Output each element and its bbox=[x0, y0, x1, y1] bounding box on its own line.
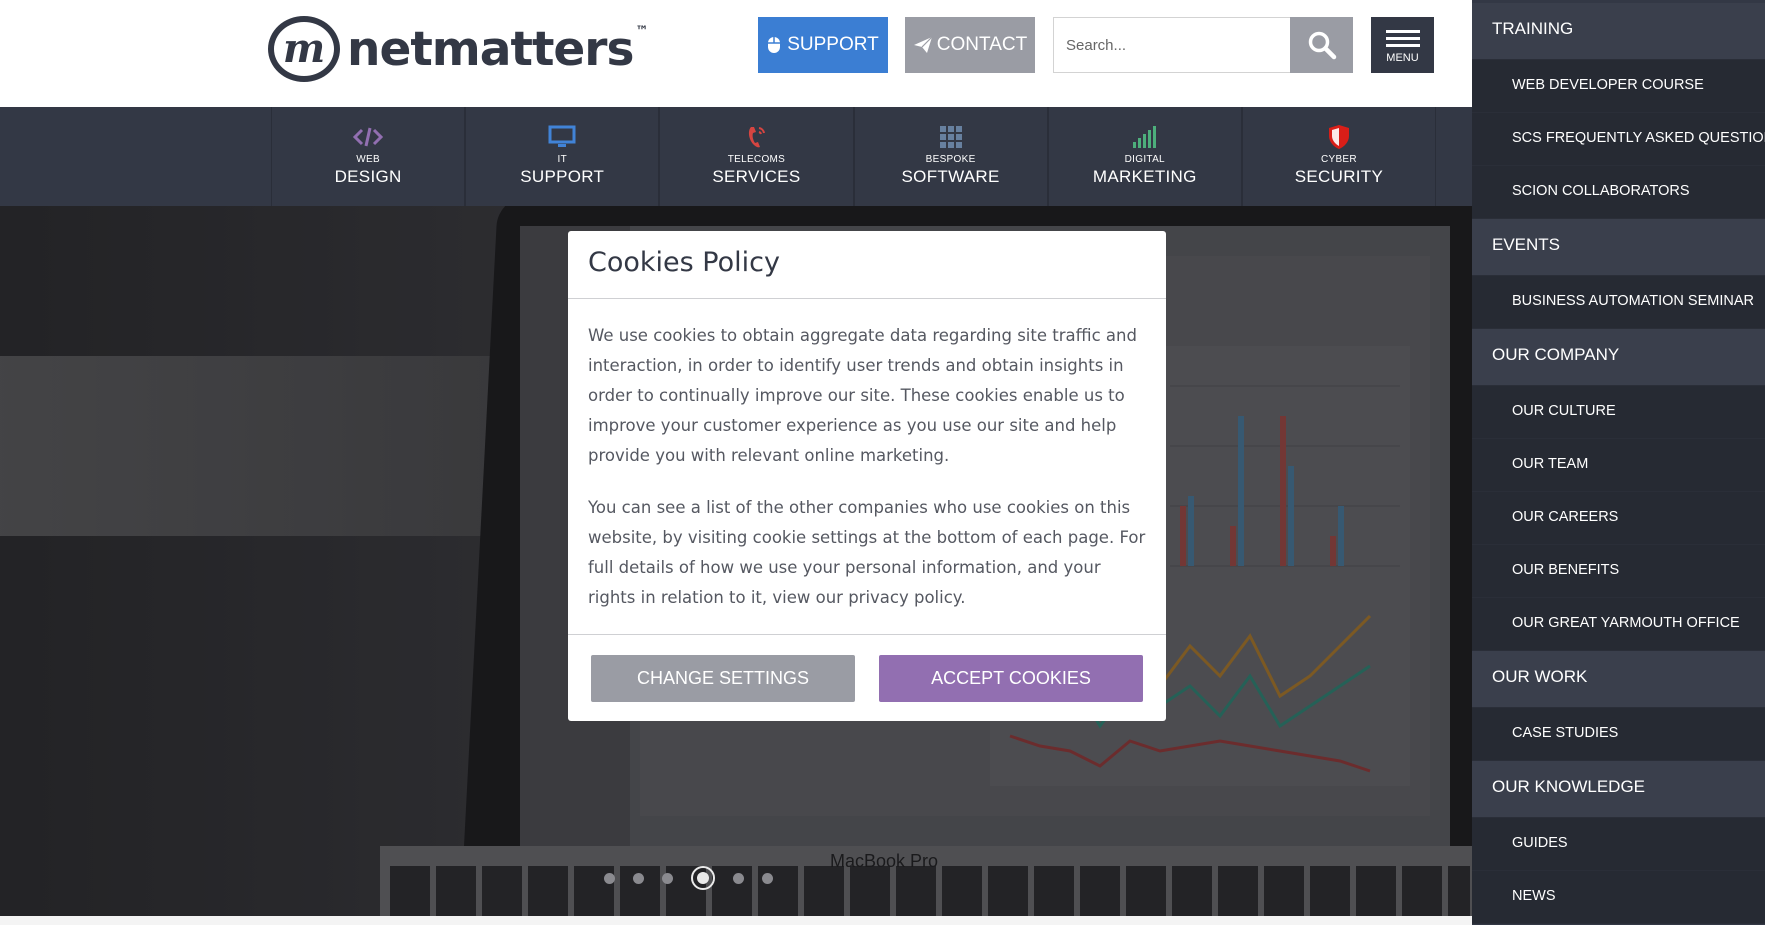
mouse-icon bbox=[768, 37, 781, 53]
code-icon bbox=[353, 123, 384, 151]
service-cyber-security[interactable]: CYBER SECURITY bbox=[1241, 107, 1437, 206]
service-big-label: SECURITY bbox=[1294, 167, 1384, 186]
change-settings-button[interactable]: CHANGE SETTINGS bbox=[591, 655, 855, 702]
side-menu-link[interactable]: OUR CAREERS bbox=[1472, 492, 1765, 545]
slider-dot-active[interactable] bbox=[691, 866, 715, 890]
search-button[interactable] bbox=[1290, 17, 1353, 73]
service-big-label: DESIGN bbox=[334, 167, 402, 186]
service-big-label: SERVICES bbox=[712, 167, 801, 186]
side-menu-link[interactable]: OUR CULTURE bbox=[1472, 386, 1765, 439]
service-small-label: BESPOKE bbox=[925, 154, 976, 165]
contact-button[interactable]: CONTACT bbox=[905, 17, 1035, 73]
side-menu-link[interactable]: SCION COLLABORATORS bbox=[1472, 166, 1765, 219]
cookie-paragraph-1: We use cookies to obtain aggregate data … bbox=[588, 326, 1137, 465]
contact-label: CONTACT bbox=[936, 34, 1028, 55]
logo-text: netmatters bbox=[347, 21, 634, 77]
side-menu-label: OUR CAREERS bbox=[1512, 509, 1619, 525]
side-menu-label: OUR GREAT YARMOUTH OFFICE bbox=[1512, 615, 1740, 631]
services-nav: WEB DESIGN IT SUPPORT TELECOMS SERVICES … bbox=[0, 107, 1472, 206]
menu-button[interactable]: MENU bbox=[1371, 17, 1434, 73]
side-menu-label: OUR KNOWLEDGE bbox=[1492, 777, 1646, 796]
side-menu-label: CASE STUDIES bbox=[1512, 725, 1619, 741]
netmatters-logo[interactable]: m netmatters ™ bbox=[268, 16, 648, 82]
modal-title: Cookies Policy bbox=[588, 247, 780, 278]
side-menu-link[interactable]: OUR TEAM bbox=[1472, 439, 1765, 492]
side-menu-link[interactable]: SCS FREQUENTLY ASKED QUESTIONS bbox=[1472, 113, 1765, 166]
slider-dot[interactable] bbox=[662, 872, 673, 884]
service-small-label: CYBER bbox=[1320, 154, 1357, 165]
signal-icon bbox=[1132, 123, 1158, 151]
search-icon bbox=[1308, 31, 1336, 60]
service-it-support[interactable]: IT SUPPORT bbox=[465, 107, 660, 206]
service-small-label: IT bbox=[557, 154, 567, 165]
service-bespoke-software[interactable]: BESPOKE SOFTWARE bbox=[853, 107, 1048, 206]
side-menu-category[interactable]: OUR COMPANY bbox=[1472, 329, 1765, 386]
side-menu-label: BUSINESS AUTOMATION SEMINAR bbox=[1512, 293, 1754, 309]
shield-icon bbox=[1328, 123, 1350, 151]
service-big-label: SUPPORT bbox=[520, 167, 605, 186]
service-big-label: SOFTWARE bbox=[901, 167, 1000, 186]
grid-icon bbox=[939, 123, 963, 151]
side-menu: × TRAININGWEB DEVELOPER COURSESCS FREQUE… bbox=[1472, 0, 1765, 925]
side-menu-link[interactable]: OUR GREAT YARMOUTH OFFICE bbox=[1472, 598, 1765, 651]
search-input[interactable] bbox=[1053, 17, 1290, 73]
side-menu-link[interactable]: WEB DEVELOPER COURSE bbox=[1472, 60, 1765, 113]
side-menu-label: SCS FREQUENTLY ASKED QUESTIONS bbox=[1512, 130, 1765, 146]
logo-mark-icon: m bbox=[268, 16, 340, 82]
accept-cookies-button[interactable]: ACCEPT COOKIES bbox=[879, 655, 1143, 702]
service-small-label: WEB bbox=[356, 154, 380, 165]
support-label: SUPPORT bbox=[787, 34, 879, 55]
side-menu-link[interactable]: BUSINESS AUTOMATION SEMINAR bbox=[1472, 276, 1765, 329]
side-menu-link[interactable]: CASE STUDIES bbox=[1472, 708, 1765, 761]
side-menu-label: SCION COLLABORATORS bbox=[1512, 183, 1690, 199]
cookie-policy-modal: Cookies Policy We use cookies to obtain … bbox=[568, 231, 1166, 721]
service-big-label: MARKETING bbox=[1092, 167, 1197, 186]
side-menu-label: OUR TEAM bbox=[1512, 456, 1589, 472]
side-menu-label: OUR COMPANY bbox=[1492, 345, 1620, 364]
service-digital-marketing[interactable]: DIGITAL MARKETING bbox=[1047, 107, 1242, 206]
side-menu-label: GUIDES bbox=[1512, 835, 1568, 851]
slider-dot[interactable] bbox=[604, 872, 615, 884]
logo-trademark: ™ bbox=[635, 24, 649, 39]
side-menu-link[interactable]: NEWS bbox=[1472, 871, 1765, 924]
side-menu-label: WEB DEVELOPER COURSE bbox=[1512, 77, 1704, 93]
side-menu-category[interactable]: OUR KNOWLEDGE bbox=[1472, 761, 1765, 818]
slider-dot[interactable] bbox=[733, 872, 744, 884]
side-menu-label: EVENTS bbox=[1492, 235, 1561, 254]
cookie-paragraph-2: You can see a list of the other companie… bbox=[588, 498, 1146, 607]
hamburger-icon bbox=[1385, 26, 1420, 51]
side-menu-category[interactable]: EVENTS bbox=[1472, 219, 1765, 276]
side-menu-label: OUR WORK bbox=[1492, 667, 1588, 686]
divider bbox=[568, 298, 1166, 299]
side-menu-label: NEWS bbox=[1512, 888, 1556, 904]
slider-dot[interactable] bbox=[762, 872, 773, 884]
side-menu-link[interactable]: GUIDES bbox=[1472, 818, 1765, 871]
slider-dots bbox=[604, 866, 773, 890]
phone-icon bbox=[745, 123, 767, 151]
side-menu-label: TRAINING bbox=[1492, 19, 1574, 38]
slider-dot[interactable] bbox=[633, 872, 644, 884]
divider bbox=[568, 634, 1166, 635]
side-menu-label: OUR CULTURE bbox=[1512, 403, 1616, 419]
service-web-design[interactable]: WEB DESIGN bbox=[271, 107, 466, 206]
support-button[interactable]: SUPPORT bbox=[758, 17, 888, 73]
paper-plane-icon bbox=[913, 36, 933, 53]
site-header: m netmatters ™ SUPPORT CONTACT MENU bbox=[0, 0, 1472, 107]
menu-label: MENU bbox=[1386, 52, 1419, 64]
service-small-label: DIGITAL bbox=[1124, 154, 1165, 165]
service-telecoms[interactable]: TELECOMS SERVICES bbox=[659, 107, 854, 206]
side-menu-label: OUR BENEFITS bbox=[1512, 562, 1620, 578]
monitor-icon bbox=[548, 123, 576, 151]
side-menu-category[interactable]: OUR WORK bbox=[1472, 651, 1765, 708]
side-menu-category[interactable]: TRAINING bbox=[1472, 3, 1765, 60]
service-small-label: TELECOMS bbox=[727, 154, 786, 165]
side-menu-link[interactable]: OUR BENEFITS bbox=[1472, 545, 1765, 598]
side-menu-list: TRAINING WEB DEVELOPER COURSE SCS FREQUENT… bbox=[1472, 3, 1765, 924]
